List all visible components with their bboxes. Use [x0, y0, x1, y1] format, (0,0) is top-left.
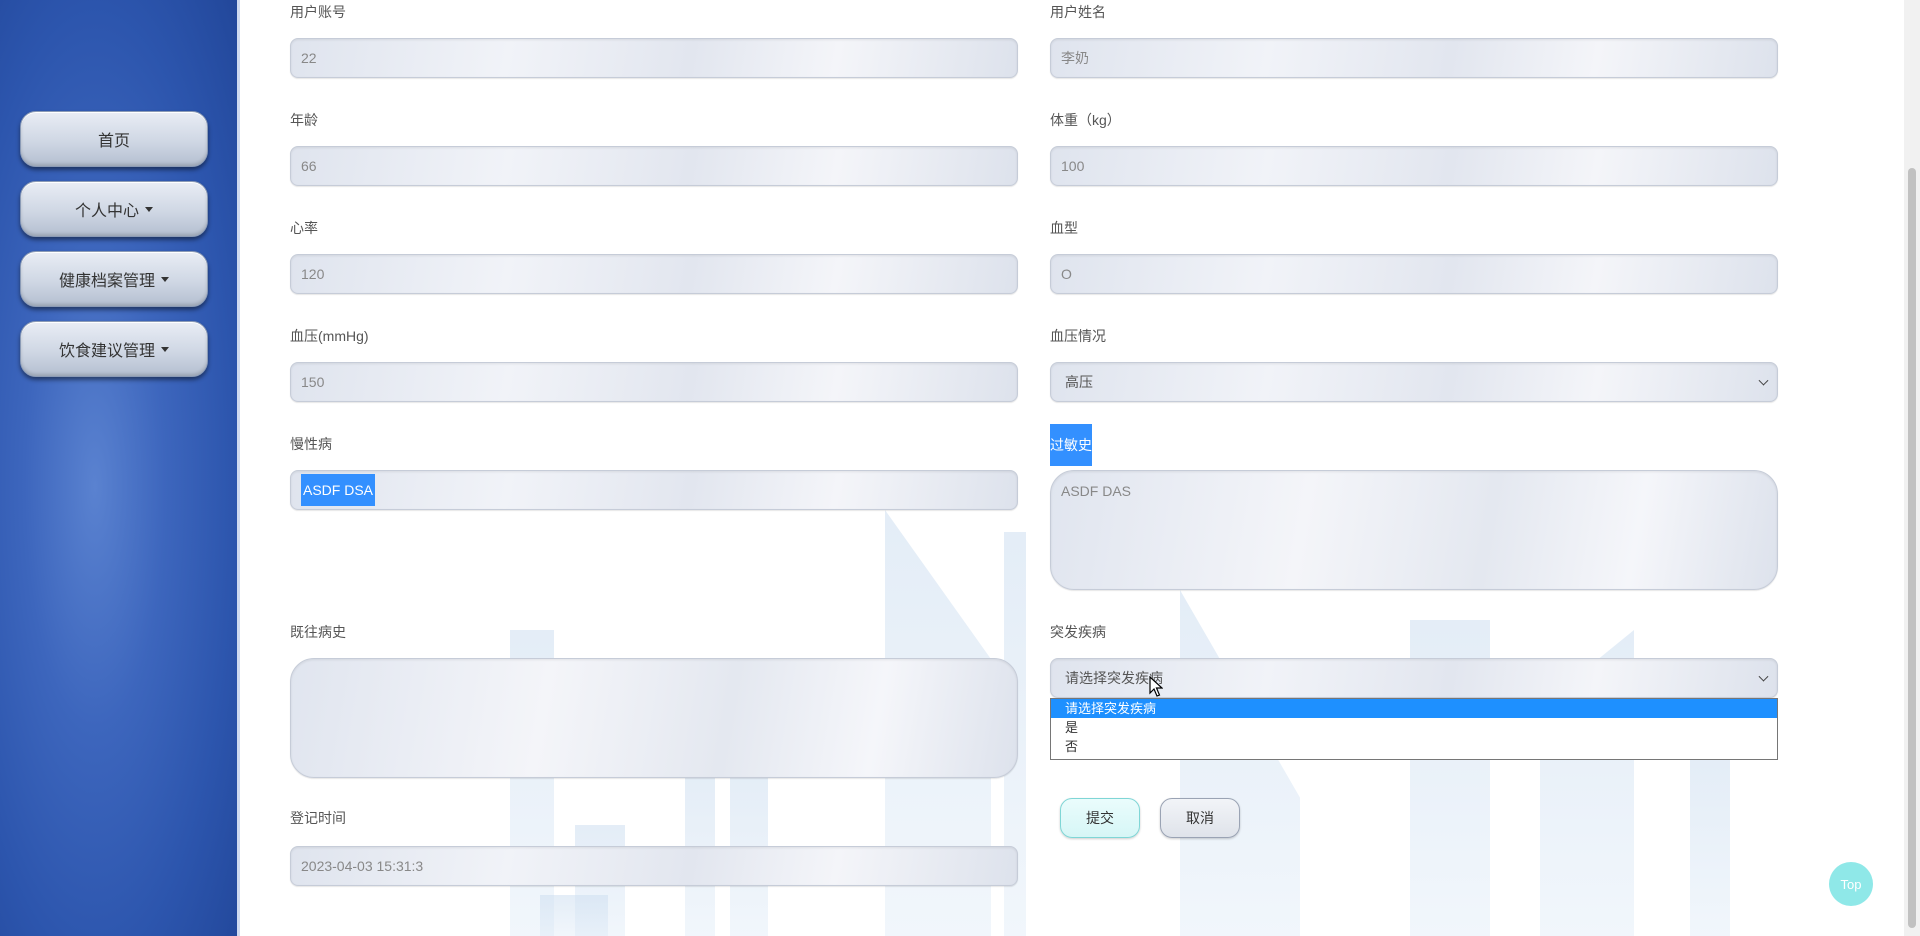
- allergy-label: 过敏史: [1050, 424, 1092, 466]
- sidebar: 首页 个人中心 健康档案管理 饮食建议管理: [0, 0, 240, 936]
- scrollbar[interactable]: [1904, 0, 1920, 936]
- nav-personal-center[interactable]: 个人中心: [20, 181, 208, 237]
- nav-health-records[interactable]: 健康档案管理: [20, 251, 208, 307]
- allergy-textarea[interactable]: ASDF DAS: [1050, 470, 1778, 590]
- name-input[interactable]: 李奶: [1050, 38, 1778, 78]
- history-label: 既往病史: [290, 624, 346, 640]
- register-time-input[interactable]: 2023-04-03 15:31:3: [290, 846, 1018, 886]
- sudden-dropdown: 请选择突发疾病 是 否: [1050, 698, 1778, 760]
- blood-pressure-label: 血压(mmHg): [290, 328, 369, 344]
- dropdown-option[interactable]: 否: [1051, 737, 1777, 756]
- name-value: 李奶: [1061, 50, 1089, 66]
- caret-down-icon: [161, 346, 169, 352]
- mouse-cursor-icon: [1149, 676, 1163, 697]
- weight-value: 100: [1061, 158, 1085, 174]
- nav-health-records-label: 健康档案管理: [58, 273, 155, 290]
- bp-status-value: 高压: [1065, 374, 1093, 390]
- register-time-label: 登记时间: [290, 810, 346, 826]
- blood-type-label: 血型: [1050, 220, 1078, 236]
- dropdown-option[interactable]: 是: [1051, 718, 1777, 737]
- cancel-button[interactable]: 取消: [1160, 798, 1240, 838]
- register-time-value: 2023-04-03 15:31:3: [301, 858, 424, 874]
- cancel-label: 取消: [1186, 810, 1214, 826]
- heart-rate-label: 心率: [290, 220, 318, 236]
- allergy-value: ASDF DAS: [1061, 483, 1132, 499]
- caret-down-icon: [161, 276, 169, 282]
- heart-rate-input[interactable]: 120: [290, 254, 1018, 294]
- chevron-down-icon: [1758, 671, 1769, 682]
- blood-type-value: O: [1061, 266, 1072, 282]
- nav-home-label: 首页: [97, 133, 130, 150]
- chronic-value: ASDF DSA: [301, 474, 376, 506]
- weight-label: 体重（kg）: [1050, 112, 1121, 128]
- nav-diet-advice[interactable]: 饮食建议管理: [20, 321, 208, 377]
- sudden-label: 突发疾病: [1050, 624, 1106, 640]
- dropdown-option[interactable]: 请选择突发疾病: [1051, 699, 1777, 718]
- account-label: 用户账号: [290, 4, 346, 20]
- caret-down-icon: [145, 206, 153, 212]
- age-value: 66: [301, 158, 317, 174]
- back-to-top-button[interactable]: Top: [1829, 862, 1873, 906]
- submit-label: 提交: [1086, 810, 1114, 826]
- back-to-top-label: Top: [1840, 876, 1862, 892]
- nav-personal-center-label: 个人中心: [74, 203, 139, 220]
- bp-status-label: 血压情况: [1050, 328, 1106, 344]
- heart-rate-value: 120: [301, 266, 325, 282]
- blood-pressure-value: 150: [301, 374, 325, 390]
- history-textarea[interactable]: [290, 658, 1018, 778]
- chevron-down-icon: [1758, 375, 1769, 386]
- age-input[interactable]: 66: [290, 146, 1018, 186]
- age-label: 年龄: [290, 112, 318, 128]
- submit-button[interactable]: 提交: [1060, 798, 1140, 838]
- chronic-input[interactable]: ASDF DSA: [290, 470, 1018, 510]
- account-value: 22: [301, 50, 317, 66]
- weight-input[interactable]: 100: [1050, 146, 1778, 186]
- sudden-value: 请选择突发疾病: [1065, 670, 1163, 686]
- name-label: 用户姓名: [1050, 4, 1106, 20]
- blood-type-input[interactable]: O: [1050, 254, 1778, 294]
- chronic-label: 慢性病: [290, 436, 332, 452]
- nav-home[interactable]: 首页: [20, 111, 208, 167]
- account-input[interactable]: 22: [290, 38, 1018, 78]
- scrollbar-thumb[interactable]: [1908, 168, 1916, 928]
- bp-status-select[interactable]: 高压: [1050, 362, 1778, 402]
- blood-pressure-input[interactable]: 150: [290, 362, 1018, 402]
- nav-diet-advice-label: 饮食建议管理: [58, 343, 155, 360]
